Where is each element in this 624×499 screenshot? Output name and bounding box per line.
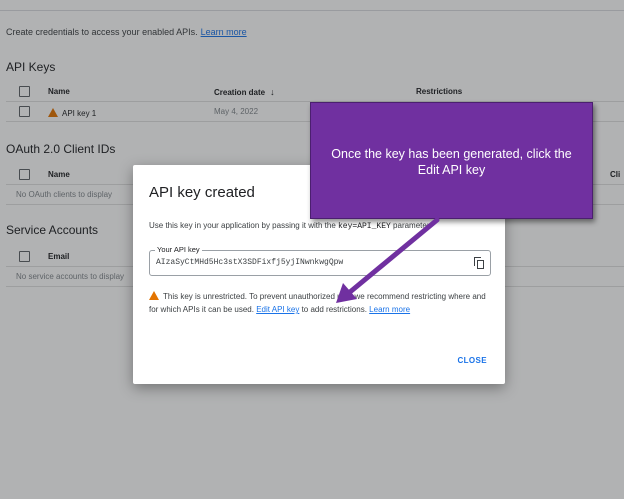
dialog-title: API key created <box>149 184 255 201</box>
warning-icon <box>149 291 159 300</box>
tutorial-callout: Once the key has been generated, click t… <box>310 102 593 219</box>
api-key-label: Your API key <box>155 245 202 254</box>
close-button[interactable]: CLOSE <box>457 356 487 365</box>
api-key-value[interactable]: AIzaSyCtMHd5Hc3stX3SDFixfj5yjINwnkwgQpw <box>156 258 343 267</box>
callout-text: Once the key has been generated, click t… <box>331 147 572 177</box>
edit-api-key-link[interactable]: Edit API key <box>256 305 299 314</box>
unrestricted-warning: This key is unrestricted. To prevent una… <box>149 290 494 316</box>
dialog-desc-code: key=API_KEY <box>338 222 391 231</box>
dialog-desc-after: parameter. <box>393 221 432 230</box>
api-key-field[interactable]: Your API key AIzaSyCtMHd5Hc3stX3SDFixfj5… <box>149 245 491 276</box>
copy-icon[interactable] <box>474 257 484 269</box>
dialog-description: Use this key in your application by pass… <box>149 221 431 231</box>
dialog-desc-text: Use this key in your application by pass… <box>149 221 336 230</box>
warning-text-after: to add restrictions. <box>301 305 367 314</box>
dialog-learn-more-link[interactable]: Learn more <box>369 305 410 314</box>
